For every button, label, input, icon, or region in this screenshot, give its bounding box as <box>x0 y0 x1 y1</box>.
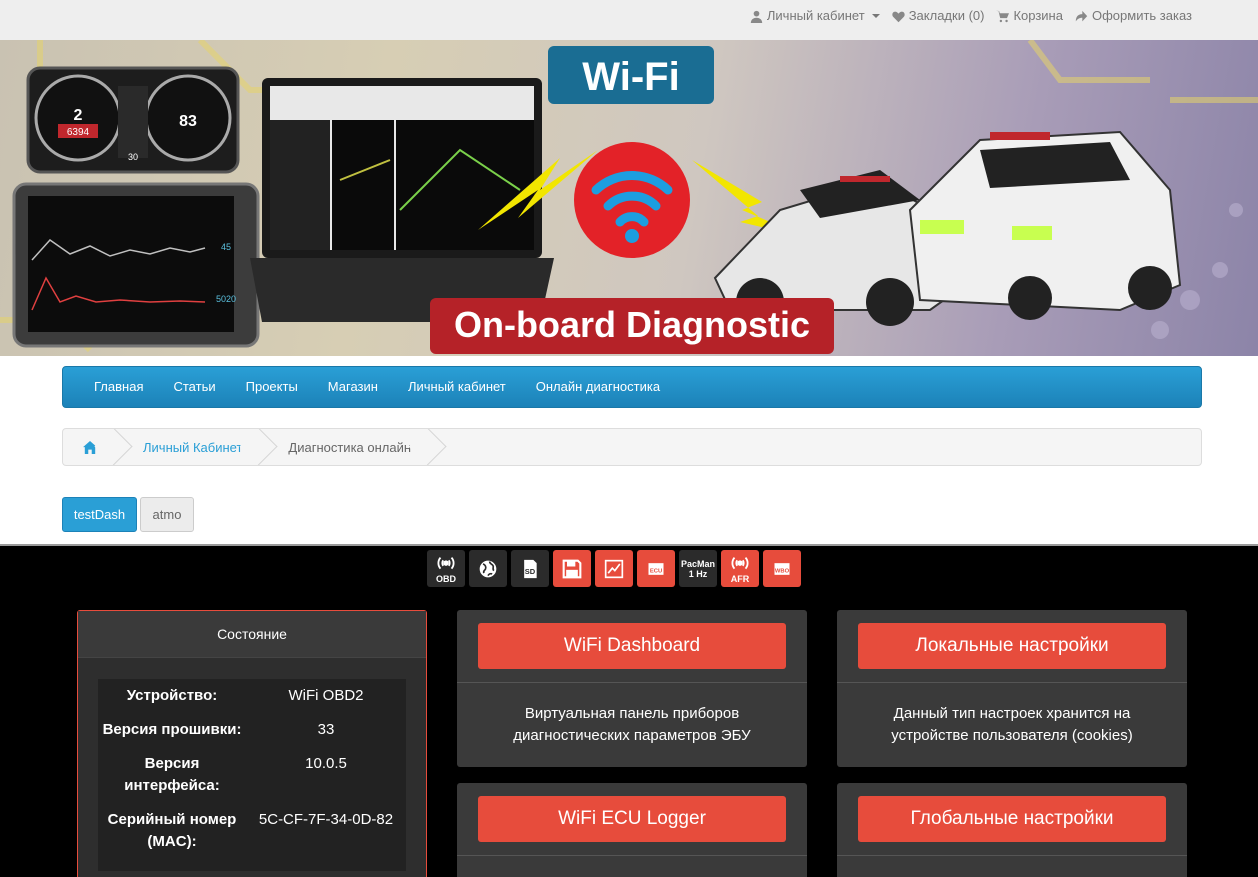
tablet-value-1: 45 <box>221 242 231 252</box>
state-value: 5C-CF-7F-34-0D-82 <box>258 811 394 828</box>
breadcrumb-home[interactable] <box>63 429 115 465</box>
obd-banner-label: On-board Diagnostic <box>454 304 810 345</box>
top-bar: Личный кабинет Закладки (0) Корзина Офор… <box>0 0 1258 40</box>
line-chart-icon <box>604 559 624 578</box>
gauge-bottom-value: 30 <box>128 152 138 162</box>
globe-icon <box>479 560 497 577</box>
card-logger: WiFi ECU Logger <box>457 783 807 877</box>
device-icon-bar: OBD SD ECU PacMan 1 Hz AFR WBO <box>427 550 801 587</box>
card-global-header: Глобальные настройки <box>837 783 1187 856</box>
wbo-button[interactable]: WBO <box>763 550 801 587</box>
account-label: Личный кабинет <box>766 8 865 23</box>
card-logger-header: WiFi ECU Logger <box>457 783 807 856</box>
nav-item-3[interactable]: Магазин <box>313 366 393 408</box>
card-dashboard: WiFi Dashboard Виртуальная панель прибор… <box>457 610 807 767</box>
state-key: Версия прошивки: <box>102 721 242 738</box>
breadcrumb-current-label: Диагностика онлайн <box>288 439 412 455</box>
breadcrumb-account[interactable]: Личный Кабинет <box>115 429 260 465</box>
card-dashboard-header: WiFi Dashboard <box>457 610 807 683</box>
chart-button[interactable] <box>595 550 633 587</box>
floppy-disk-icon <box>562 559 582 578</box>
sd-card-icon: SD <box>524 559 537 578</box>
banner-illustration: 2 6394 83 30 45 5020 Wi-Fi On-board Diag… <box>0 40 1258 354</box>
top-links: Личный кабинет Закладки (0) Корзина Офор… <box>750 8 1192 24</box>
wishlist-label: Закладки (0) <box>908 8 985 23</box>
gauge-right-value: 83 <box>179 113 197 130</box>
state-row: Устройство: WiFi OBD2 <box>98 685 406 719</box>
wifi-banner-label: Wi-Fi <box>582 55 679 99</box>
obd-icon-label: OBD <box>436 573 456 584</box>
dashboard-area: OBD SD ECU PacMan 1 Hz AFR WBO Состояние <box>0 544 1258 877</box>
share-icon <box>1075 10 1088 21</box>
ecu-button[interactable]: ECU <box>637 550 675 587</box>
svg-text:WBO: WBO <box>775 568 790 574</box>
tablet-value-2: 5020 <box>216 294 236 304</box>
gauge-left-sub: 6394 <box>67 127 90 138</box>
svg-text:ECU: ECU <box>650 568 662 574</box>
state-row: Версия прошивки: 33 <box>98 719 406 753</box>
heart-icon <box>892 11 905 22</box>
afr-button[interactable]: AFR <box>721 550 759 587</box>
sd-card-button[interactable]: SD <box>511 550 549 587</box>
state-panel-title: Состояние <box>78 611 426 658</box>
gauge-left-value: 2 <box>74 107 83 124</box>
tab-atmo[interactable]: atmo <box>140 497 194 532</box>
wifi-ecu-logger-button[interactable]: WiFi ECU Logger <box>478 796 786 842</box>
state-row: Серийный номер (MAC): 5C-CF-7F-34-0D-82 <box>98 809 406 865</box>
card-local-header: Локальные настройки <box>837 610 1187 683</box>
state-value: 33 <box>317 721 335 738</box>
checkout-label: Оформить заказ <box>1091 8 1192 23</box>
wishlist-link[interactable]: Закладки (0) <box>892 8 985 24</box>
state-row: Версия интерфейса: 10.0.5 <box>98 753 406 809</box>
tab-testdash[interactable]: testDash <box>62 497 137 532</box>
global-settings-button[interactable]: Глобальные настройки <box>858 796 1166 842</box>
nav-item-4[interactable]: Личный кабинет <box>393 366 521 408</box>
local-settings-button[interactable]: Локальные настройки <box>858 623 1166 669</box>
card-local-desc: Данный тип настроек хранится на устройст… <box>891 705 1133 744</box>
user-icon <box>750 10 763 23</box>
home-icon <box>83 440 97 454</box>
state-value: WiFi OBD2 <box>288 687 364 704</box>
globe-button[interactable] <box>469 550 507 587</box>
pacman-button[interactable]: PacMan 1 Hz <box>679 550 717 587</box>
nav-item-2[interactable]: Проекты <box>231 366 313 408</box>
pacman-rate: 1 Hz <box>688 568 708 579</box>
account-dropdown[interactable]: Личный кабинет <box>750 8 880 24</box>
svg-text:SD: SD <box>525 567 536 576</box>
checkout-link[interactable]: Оформить заказ <box>1075 8 1192 24</box>
card-global-settings: Глобальные настройки <box>837 783 1187 877</box>
nav-item-5[interactable]: Онлайн диагностика <box>521 366 675 408</box>
main-nav: Главная Статьи Проекты Магазин Личный кабине… <box>62 366 1202 408</box>
hero-banner: 2 6394 83 30 45 5020 Wi-Fi On-board Diag… <box>0 40 1258 356</box>
caret-down-icon <box>871 14 880 18</box>
pacman-label: PacMan <box>680 558 715 569</box>
state-key: Версия интерфейса: <box>124 755 220 794</box>
afr-icon-label: AFR <box>730 573 750 584</box>
wifi-dashboard-button[interactable]: WiFi Dashboard <box>478 623 786 669</box>
breadcrumb: Личный Кабинет Диагностика онлайн <box>62 428 1202 466</box>
cart-icon <box>996 10 1010 22</box>
obd-status-button[interactable]: OBD <box>427 550 465 587</box>
cart-label: Корзина <box>1013 8 1063 23</box>
state-key: Серийный номер (MAC): <box>107 811 237 850</box>
card-local-settings: Локальные настройки Данный тип настроек … <box>837 610 1187 767</box>
wbo-chip-icon: WBO <box>774 562 790 575</box>
breadcrumb-account-label: Личный Кабинет <box>143 439 243 455</box>
signal-icon <box>437 556 455 569</box>
state-value: 10.0.5 <box>305 755 347 772</box>
nav-item-0[interactable]: Главная <box>79 366 158 408</box>
state-table: Устройство: WiFi OBD2 Версия прошивки: 33 Ве… <box>98 679 406 871</box>
afr-signal-icon <box>731 556 749 569</box>
breadcrumb-current: Диагностика онлайн <box>260 429 429 465</box>
state-panel: Состояние Устройство: WiFi OBD2 Версия про… <box>77 610 427 877</box>
state-key: Устройство: <box>126 687 218 704</box>
cart-link[interactable]: Корзина <box>996 8 1063 24</box>
save-button[interactable] <box>553 550 591 587</box>
nav-item-1[interactable]: Статьи <box>158 366 230 408</box>
ecu-chip-icon: ECU <box>648 562 664 575</box>
card-dashboard-desc: Виртуальная панель приборов диагностичес… <box>513 705 751 744</box>
